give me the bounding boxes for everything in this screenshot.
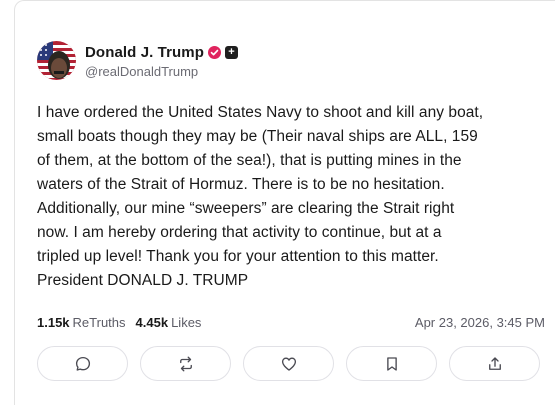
like-button[interactable] (243, 346, 334, 381)
likes-count: 4.45k (135, 314, 169, 330)
share-icon (488, 356, 501, 370)
likes-stat[interactable]: 4.45k Likes (136, 315, 202, 330)
bookmark-icon (386, 356, 397, 371)
retruths-label: ReTruths (72, 314, 126, 330)
reply-icon (75, 356, 90, 371)
post-header: Donald J. Trump + @realDonaldTrump (37, 41, 239, 80)
retruths-count: 1.15k (37, 314, 70, 330)
post-timestamp[interactable]: Apr 23, 2026, 3:45 PM (415, 315, 545, 330)
author-handle[interactable]: @realDonaldTrump (85, 64, 238, 79)
verified-badge-icon (208, 46, 222, 59)
retruths-stat[interactable]: 1.15k ReTruths (37, 315, 126, 330)
avatar[interactable] (37, 41, 76, 80)
share-button[interactable] (449, 346, 540, 381)
likes-label: Likes (171, 314, 202, 330)
post-body-text: I have ordered the United States Navy to… (37, 104, 484, 289)
action-bar (37, 346, 540, 381)
author-identity: Donald J. Trump + @realDonaldTrump (85, 43, 239, 79)
retruth-button[interactable] (140, 346, 231, 381)
post-stats: 1.15k ReTruths 4.45k Likes Apr 23, 2026,… (37, 313, 545, 331)
plus-badge-icon: + (225, 46, 239, 59)
avatar-image (37, 41, 76, 80)
name-row: Donald J. Trump + (85, 43, 239, 63)
heart-icon (281, 357, 296, 371)
retruth-icon (179, 356, 192, 371)
reply-button[interactable] (37, 346, 128, 381)
post-card: Donald J. Trump + @realDonaldTrump I hav… (14, 0, 555, 405)
author-display-name[interactable]: Donald J. Trump (85, 44, 204, 61)
bookmark-button[interactable] (346, 346, 437, 381)
